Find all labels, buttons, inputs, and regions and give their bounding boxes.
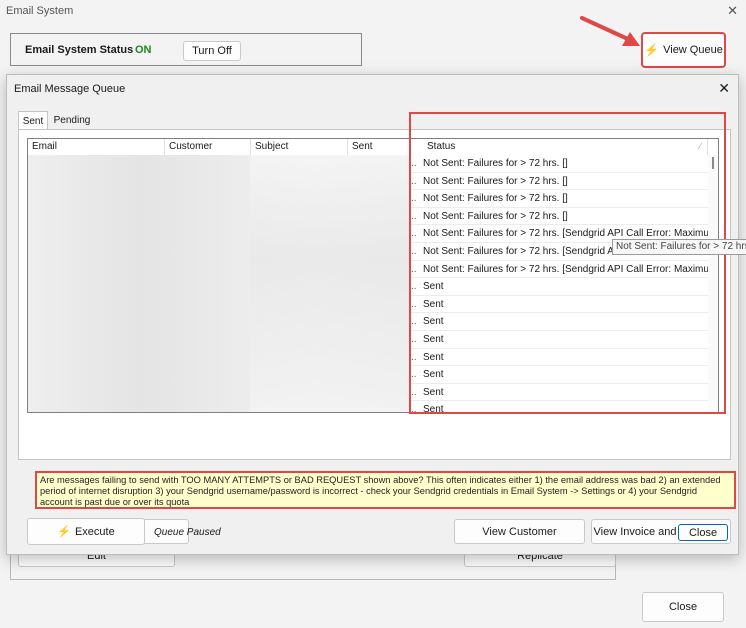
row-truncation-glyph: .. xyxy=(411,193,417,205)
row-status: Sent xyxy=(423,351,444,363)
dialog-close-icon[interactable]: ✕ xyxy=(718,80,730,97)
table-row[interactable]: .. Not Sent: Failures for > 72 hrs. [] xyxy=(411,190,708,208)
row-status: Sent xyxy=(423,316,444,328)
table-row[interactable]: .. Not Sent: Failures for > 72 hrs. [] xyxy=(411,208,708,226)
status-tooltip: Not Sent: Failures for > 72 hrs. xyxy=(612,239,746,255)
tab-pending[interactable]: Pending xyxy=(50,112,94,129)
row-status: Not Sent: Failures for > 72 hrs. [] xyxy=(423,210,568,222)
dialog-close-button[interactable]: Close xyxy=(678,524,728,541)
warning-message: Are messages failing to send with TOO MA… xyxy=(35,471,736,509)
dialog-title: Email Message Queue xyxy=(14,83,126,95)
row-truncation-glyph: .. xyxy=(411,386,417,398)
row-status: Sent xyxy=(423,386,444,398)
email-queue-dialog: Email Message Queue ✕ Sent Pending Email… xyxy=(6,74,739,555)
row-status: Sent xyxy=(423,404,444,413)
tab-sent[interactable]: Sent xyxy=(18,111,48,130)
row-truncation-glyph: .. xyxy=(411,281,417,293)
queue-grid[interactable]: Email Customer Subject Sent Status ⁄ .. N… xyxy=(27,138,719,413)
queue-status-text: Queue Paused xyxy=(154,527,221,538)
blurred-content-overlay xyxy=(250,155,410,412)
row-status: Not Sent: Failures for > 72 hrs. [] xyxy=(423,175,568,187)
status-header-label: Status xyxy=(427,141,456,152)
row-status: Sent xyxy=(423,334,444,345)
view-queue-button[interactable]: ⚡ View Queue xyxy=(641,32,726,68)
row-status: Sent xyxy=(423,298,444,310)
status-label: Email System Status xyxy=(25,44,134,56)
row-truncation-glyph: .. xyxy=(411,210,417,222)
table-row[interactable]: .. Not Sent: Failures for > 72 hrs. [Send… xyxy=(411,261,708,279)
row-truncation-glyph: .. xyxy=(411,369,417,381)
row-status: Not Sent: Failures for > 72 hrs. [Sendgr… xyxy=(423,228,708,240)
table-row[interactable]: .. Sent xyxy=(411,331,708,349)
row-status: Sent xyxy=(423,369,444,381)
tab-panel: Email Customer Subject Sent Status ⁄ .. N… xyxy=(18,129,736,544)
row-status: Not Sent: Failures for > 72 hrs. [] xyxy=(423,193,568,205)
window-title: Email System xyxy=(6,5,74,17)
table-row[interactable]: .. Sent xyxy=(411,313,708,331)
row-truncation-glyph: .. xyxy=(411,158,417,169)
table-row[interactable]: .. Sent xyxy=(411,401,708,413)
lightning-icon: ⚡ xyxy=(57,526,71,538)
row-truncation-glyph: .. xyxy=(411,404,417,413)
table-row[interactable]: .. Not Sent: Failures for > 72 hrs. [] xyxy=(411,155,708,173)
sort-indicator-icon: ⁄ xyxy=(699,142,701,151)
column-header-email[interactable]: Email xyxy=(28,139,165,155)
table-row[interactable]: .. Not Sent: Failures for > 72 hrs. [] xyxy=(411,173,708,191)
row-truncation-glyph: .. xyxy=(411,316,417,328)
row-truncation-glyph: .. xyxy=(411,246,417,257)
row-truncation-glyph: .. xyxy=(411,334,417,345)
table-row[interactable]: .. Sent xyxy=(411,384,708,402)
status-value: ON xyxy=(135,44,152,56)
row-status: Not Sent: Failures for > 72 hrs. [Sendgr… xyxy=(423,263,708,275)
row-truncation-glyph: .. xyxy=(411,228,417,240)
vertical-scrollbar[interactable] xyxy=(708,155,718,412)
column-header-status[interactable]: Status ⁄ xyxy=(423,139,708,155)
view-queue-label: View Queue xyxy=(663,44,723,56)
execute-button[interactable]: ⚡ Execute xyxy=(27,518,145,545)
window-close-icon[interactable]: ✕ xyxy=(727,3,738,19)
red-arrow-annotation xyxy=(580,16,640,46)
turn-off-button[interactable]: Turn Off xyxy=(183,41,241,61)
execute-label: Execute xyxy=(74,525,115,538)
column-header-subject[interactable]: Subject xyxy=(251,139,348,155)
view-customer-button[interactable]: View Customer xyxy=(454,519,585,544)
table-row[interactable]: .. Sent xyxy=(411,366,708,384)
row-truncation-glyph: .. xyxy=(411,175,417,187)
row-truncation-glyph: .. xyxy=(411,263,417,275)
table-row[interactable]: .. Sent xyxy=(411,349,708,367)
column-header-sent[interactable]: Sent xyxy=(348,139,411,155)
table-row[interactable]: .. Sent xyxy=(411,278,708,296)
scrollbar-thumb[interactable] xyxy=(712,157,714,169)
row-status: Sent xyxy=(423,281,444,293)
lightning-icon: ⚡ xyxy=(644,43,660,57)
column-header-customer[interactable]: Customer xyxy=(165,139,251,155)
outer-close-button[interactable]: Close xyxy=(642,592,724,622)
row-status: Not Sent: Failures for > 72 hrs. [Sendgr… xyxy=(423,246,624,257)
row-truncation-glyph: .. xyxy=(411,298,417,310)
row-truncation-glyph: .. xyxy=(411,351,417,363)
status-panel: Email System Status ON Turn Off xyxy=(10,33,362,66)
row-status: Not Sent: Failures for > 72 hrs. [] xyxy=(423,158,568,169)
table-row[interactable]: .. Sent xyxy=(411,296,708,314)
